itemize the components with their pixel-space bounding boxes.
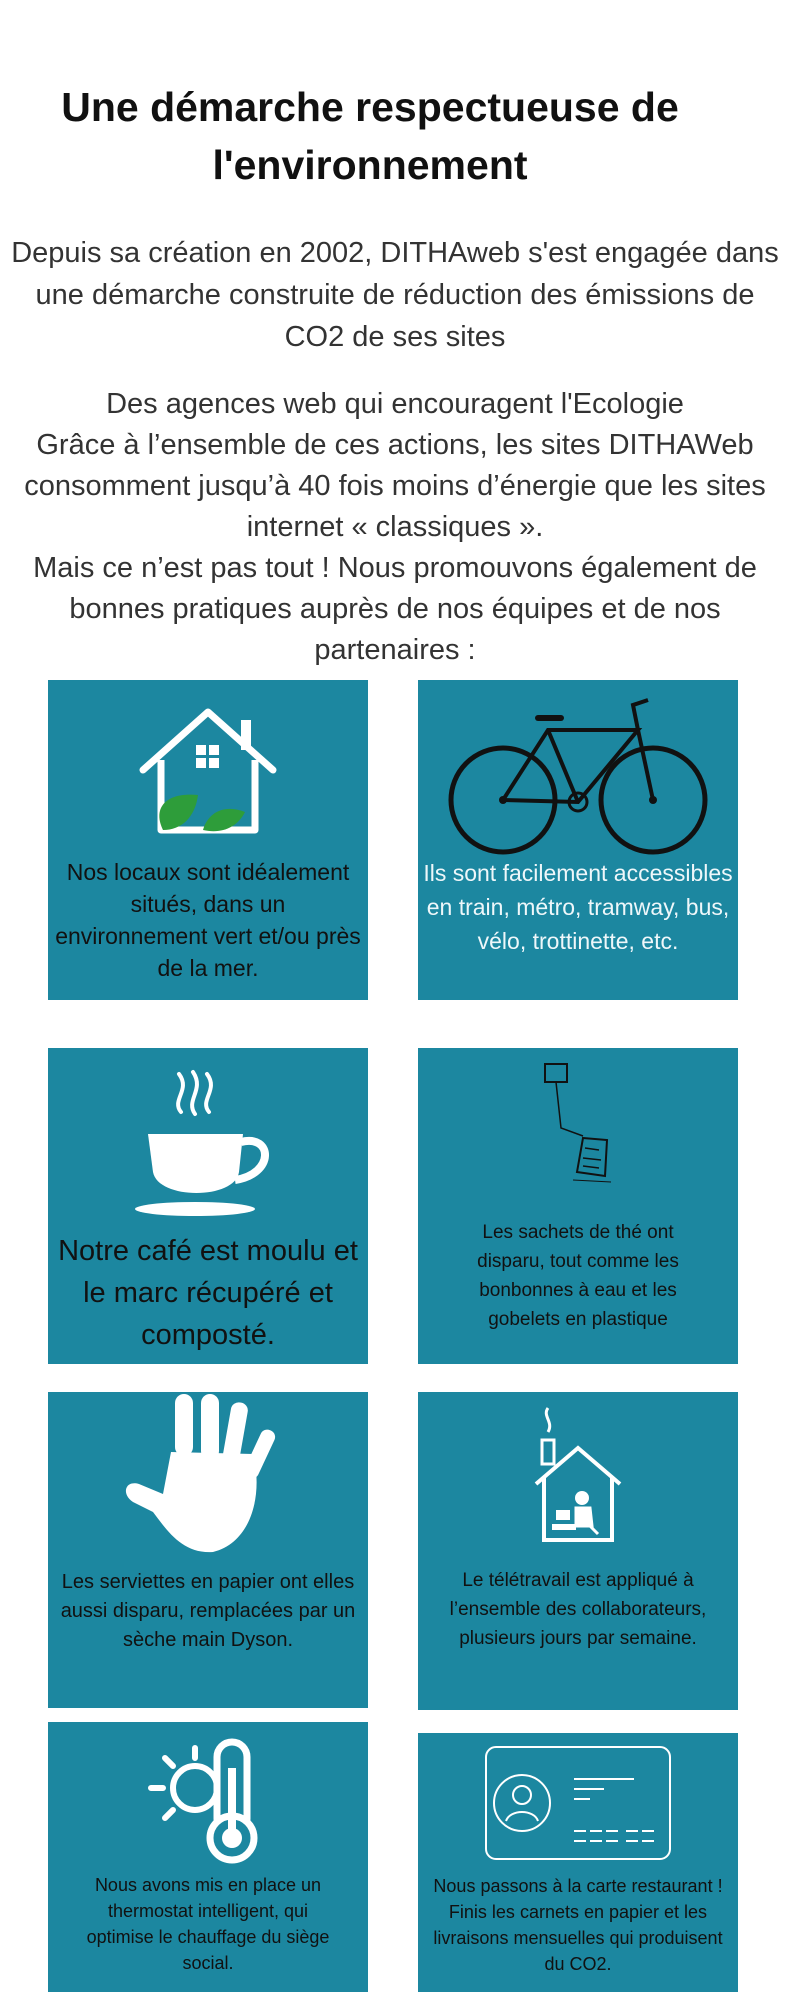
card-tea: Les sachets de thé ont disparu, tout com… [418, 1048, 738, 1364]
ecology-paragraph: Des agences web qui encouragent l'Ecolog… [10, 384, 780, 671]
tea-bag-icon [544, 1063, 612, 1183]
card-offices: Nos locaux sont idéalement situés, dans … [48, 680, 368, 1000]
paragraph-heading: Des agences web qui encouragent l'Ecolog… [106, 388, 684, 420]
card-remote-work: Le télétravail est appliqué à l’ensemble… [418, 1392, 738, 1710]
card-tea-text: Les sachets de thé ont disparu, tout com… [477, 1222, 679, 1330]
house-leaf-icon [139, 708, 277, 834]
card-thermostat: Nous avons mis en place un thermostat in… [48, 1722, 368, 1992]
card-coffee: Notre café est moulu et le marc récupéré… [48, 1048, 368, 1364]
page-title: Une démarche respectueuse de l'environne… [61, 84, 679, 188]
card-transport-text: Ils sont facilement accessibles en train… [423, 860, 733, 954]
paragraph-line-energy: Grâce à l’ensemble de ces actions, les s… [24, 429, 766, 543]
restaurant-card-icon [485, 1746, 671, 1860]
home-office-icon [534, 1407, 622, 1542]
coffee-cup-icon [135, 1070, 269, 1216]
thermostat-icon [148, 1738, 258, 1864]
card-offices-text: Nos locaux sont idéalement situés, dans … [55, 859, 361, 981]
card-hand-dryer-text: Les serviettes en papier ont elles aussi… [60, 1571, 356, 1651]
intro-text: Depuis sa création en 2002, DITHAweb s'e… [11, 237, 779, 353]
card-meal-voucher: Nous passons à la carte restaurant ! Fin… [418, 1733, 738, 1992]
hand-icon [125, 1394, 276, 1553]
card-meal-voucher-text: Nous passons à la carte restaurant ! Fin… [433, 1876, 723, 1974]
card-thermostat-text: Nous avons mis en place un thermostat in… [86, 1875, 330, 1973]
card-hand-dryer: Les serviettes en papier ont elles aussi… [48, 1392, 368, 1708]
bicycle-icon [448, 698, 708, 855]
paragraph-line-practices: Mais ce n’est pas tout ! Nous promouvons… [33, 552, 757, 666]
card-coffee-text: Notre café est moulu et le marc récupéré… [58, 1235, 358, 1351]
card-remote-work-text: Le télétravail est appliqué à l’ensemble… [449, 1570, 707, 1649]
card-transport: Ils sont facilement accessibles en train… [418, 680, 738, 1000]
